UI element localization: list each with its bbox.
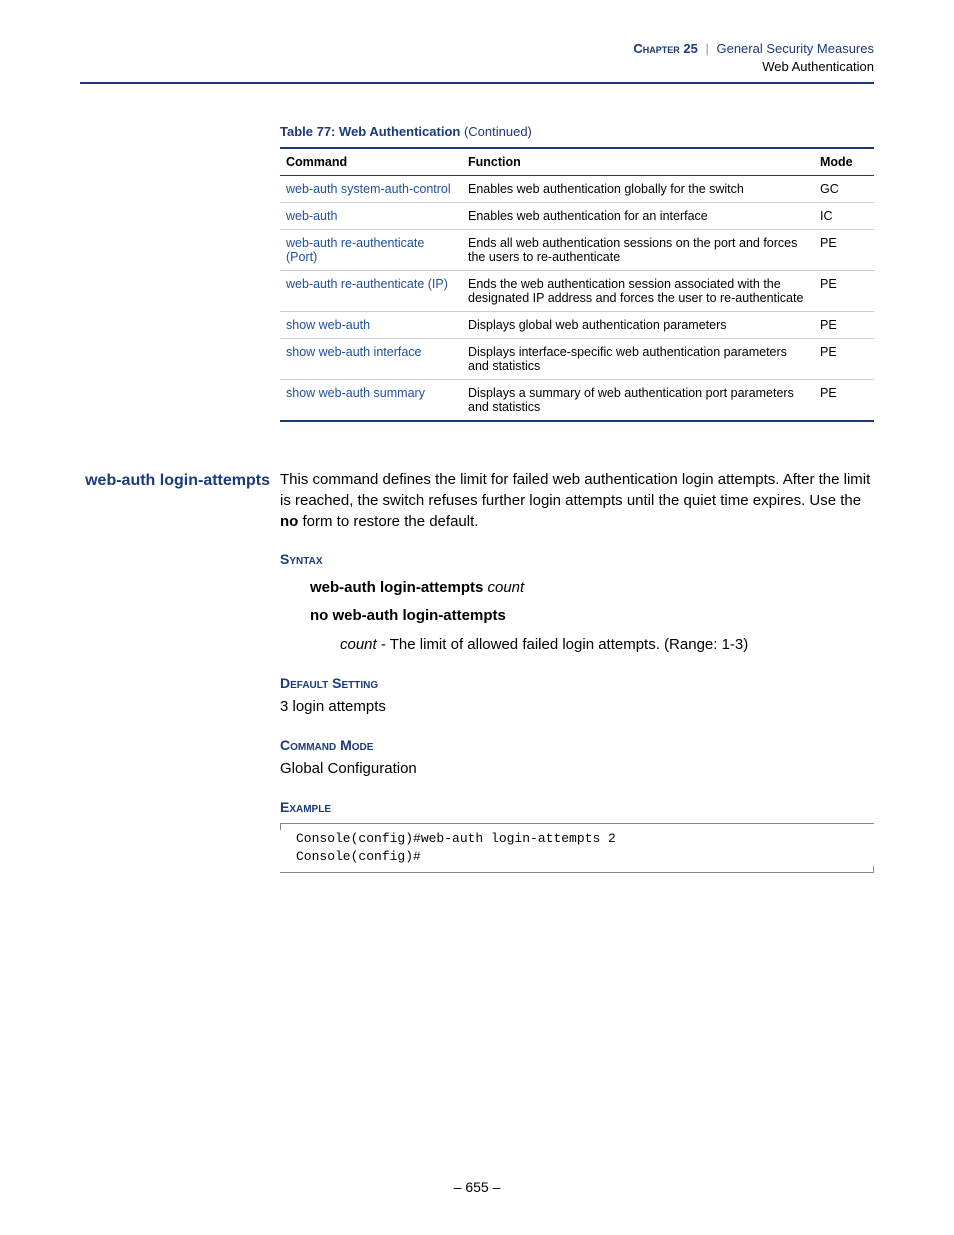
param-name: count — [340, 636, 377, 653]
desc-text-post: form to restore the default. — [298, 513, 478, 530]
page: Chapter 25 | General Security Measures W… — [0, 0, 954, 1235]
function-cell: Enables web authentication for an interf… — [462, 203, 814, 230]
table-row: show web-auth interface Displays interfa… — [280, 339, 874, 380]
default-setting-value: 3 login attempts — [280, 697, 874, 718]
content-column: Table 77: Web Authentication (Continued)… — [280, 124, 874, 873]
mode-cell: PE — [814, 380, 874, 422]
mode-cell: PE — [814, 230, 874, 271]
desc-text-bold: no — [280, 513, 298, 530]
function-cell: Displays global web authentication param… — [462, 312, 814, 339]
mode-cell: GC — [814, 176, 874, 203]
syntax-block: web-auth login-attempts count no web-aut… — [310, 578, 874, 656]
command-detail: web-auth login-attempts This command def… — [280, 470, 874, 873]
header-rule — [80, 82, 874, 84]
command-link[interactable]: show web-auth interface — [286, 345, 422, 359]
example-code-block: Console(config)#web-auth login-attempts … — [280, 823, 874, 873]
syntax-line-2-bold: no web-auth login-attempts — [310, 607, 506, 624]
table-row: show web-auth summary Displays a summary… — [280, 380, 874, 422]
table-caption: Table 77: Web Authentication (Continued) — [280, 124, 874, 139]
function-cell: Displays interface-specific web authenti… — [462, 339, 814, 380]
running-header: Chapter 25 | General Security Measures W… — [80, 40, 874, 76]
command-mode-label: Command Mode — [280, 736, 874, 755]
syntax-line-1-bold: web-auth login-attempts — [310, 579, 483, 596]
mode-cell: PE — [814, 271, 874, 312]
table-header-row: Command Function Mode — [280, 148, 874, 176]
function-cell: Ends the web authentication session asso… — [462, 271, 814, 312]
table-row: show web-auth Displays global web authen… — [280, 312, 874, 339]
command-link[interactable]: web-auth re-authenticate (Port) — [286, 236, 424, 264]
section-title: General Security Measures — [716, 41, 874, 56]
mode-cell: PE — [814, 312, 874, 339]
command-table: Command Function Mode web-auth system-au… — [280, 147, 874, 422]
command-link[interactable]: show web-auth summary — [286, 386, 425, 400]
col-header-mode: Mode — [814, 148, 874, 176]
desc-text-pre: This command defines the limit for faile… — [280, 471, 870, 509]
page-number: – 655 – — [454, 1179, 501, 1195]
chapter-label: Chapter 25 — [633, 41, 697, 56]
mode-cell: IC — [814, 203, 874, 230]
param-description: - The limit of allowed failed login atte… — [377, 636, 749, 653]
subsection-title: Web Authentication — [80, 58, 874, 76]
mode-cell: PE — [814, 339, 874, 380]
default-setting-label: Default Setting — [280, 674, 874, 693]
table-caption-prefix: Table 77: Web Authentication — [280, 124, 460, 139]
command-mode-value: Global Configuration — [280, 759, 874, 780]
command-link[interactable]: show web-auth — [286, 318, 370, 332]
table-caption-suffix: (Continued) — [460, 124, 532, 139]
table-row: web-auth re-authenticate (Port) Ends all… — [280, 230, 874, 271]
command-link[interactable]: web-auth re-authenticate (IP) — [286, 277, 448, 291]
syntax-line-1-italic: count — [488, 579, 525, 596]
col-header-function: Function — [462, 148, 814, 176]
table-row: web-auth Enables web authentication for … — [280, 203, 874, 230]
command-link[interactable]: web-auth system-auth-control — [286, 182, 451, 196]
function-cell: Enables web authentication globally for … — [462, 176, 814, 203]
function-cell: Ends all web authentication sessions on … — [462, 230, 814, 271]
header-separator: | — [701, 41, 712, 56]
col-header-command: Command — [280, 148, 462, 176]
example-label: Example — [280, 798, 874, 817]
table-row: web-auth re-authenticate (IP) Ends the w… — [280, 271, 874, 312]
function-cell: Displays a summary of web authentication… — [462, 380, 814, 422]
page-footer: – 655 – — [0, 1179, 954, 1195]
command-name-heading: web-auth login-attempts — [80, 470, 270, 492]
syntax-label: Syntax — [280, 550, 874, 569]
command-link[interactable]: web-auth — [286, 209, 337, 223]
command-description: This command defines the limit for faile… — [280, 470, 874, 873]
table-row: web-auth system-auth-control Enables web… — [280, 176, 874, 203]
